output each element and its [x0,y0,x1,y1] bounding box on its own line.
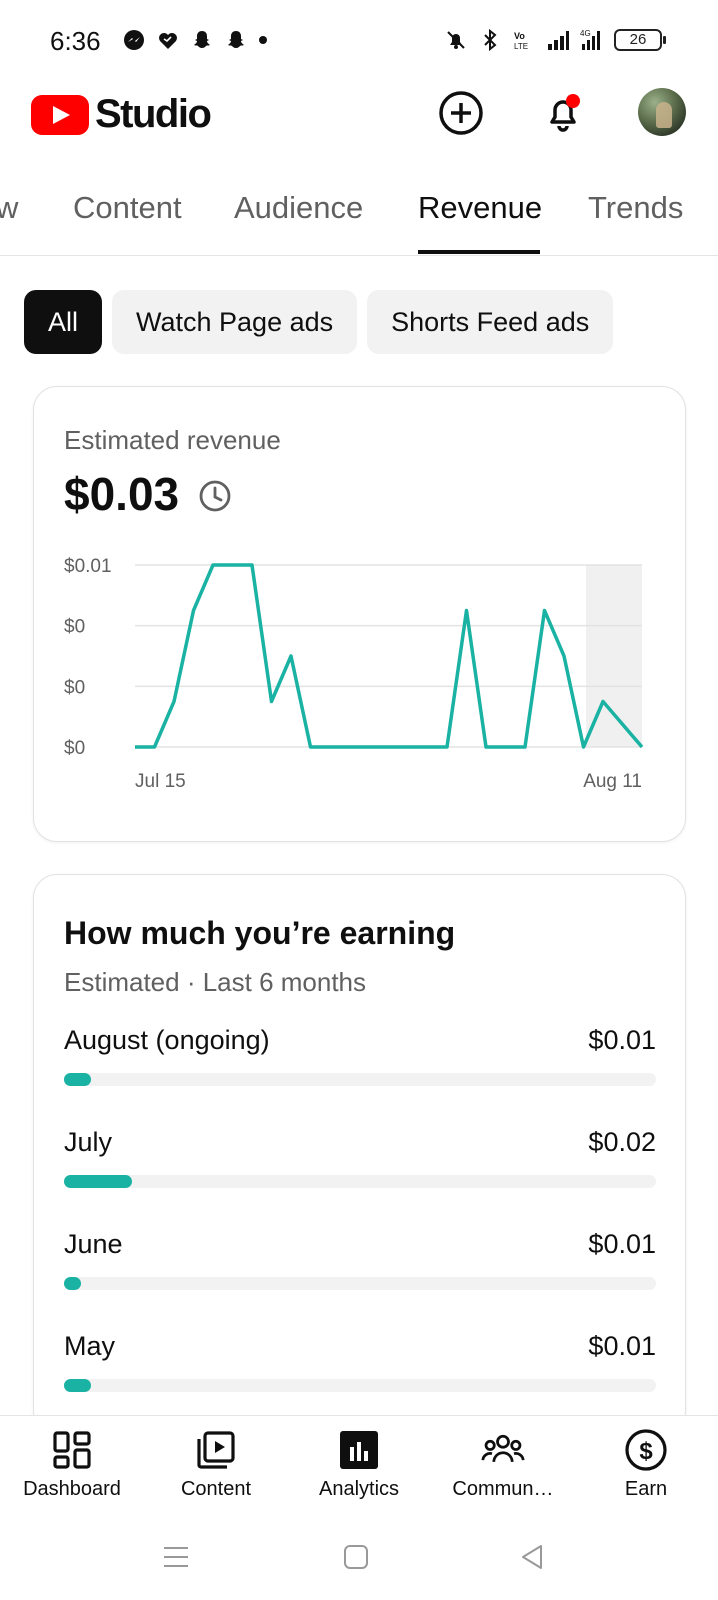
dot-icon [259,36,267,44]
add-circle-icon [439,91,483,135]
snapchat-icon [194,31,210,48]
notification-icons [122,28,268,52]
y-tick-label: $0 [64,677,85,698]
progress-track [64,1379,656,1392]
progress-fill [64,1175,133,1188]
back-icon[interactable] [518,1543,546,1571]
progress-fill [64,1277,81,1290]
bluetooth-icon [484,28,497,52]
menu-icon[interactable] [162,1543,190,1571]
month-name: May [64,1331,116,1361]
month-row: July $0.02 [64,1127,656,1207]
month-amount: $0.01 [588,1331,656,1361]
progress-track [64,1073,656,1086]
month-amount: $0.02 [588,1127,656,1157]
month-name: August (ongoing) [64,1025,270,1055]
month-amount: $0.01 [588,1229,656,1259]
chip-shorts-feed-ads[interactable]: Shorts Feed ads [367,290,614,354]
nav-earn[interactable]: $ Earn [574,1428,718,1501]
nav-label: Commun… [452,1478,554,1500]
chip-watch-page-ads[interactable]: Watch Page ads [112,290,358,354]
nav-label: Dashboard [23,1478,121,1500]
home-icon[interactable] [342,1543,370,1571]
analytics-icon [340,1431,378,1469]
earnings-subtitle: Estimated · Last 6 months [64,967,367,997]
month-row: August (ongoing) $0.01 [64,1025,656,1105]
month-name: June [64,1229,123,1259]
studio-logo[interactable]: Studio [31,92,212,137]
notifications-button[interactable] [538,88,588,138]
chip-all[interactable]: All [24,290,103,354]
active-tab-indicator [418,250,540,254]
system-status-icons: Vo LTE 4G 26 [444,28,666,52]
svg-text:Vo: Vo [514,31,525,41]
svg-text:LTE: LTE [514,42,528,51]
filter-chips: All Watch Page ads Shorts Feed ads [24,290,614,354]
month-name: July [64,1127,113,1157]
nav-label: Content [180,1478,252,1500]
system-navigation-bar [0,1525,718,1600]
month-row: June $0.01 [64,1229,656,1309]
month-amount: $0.01 [588,1025,656,1055]
notification-dot [566,94,580,108]
status-bar: 6:36 Vo LTE 4G 26 [0,0,718,82]
earnings-title: How much you’re earning [64,915,456,951]
revenue-line-chart: $0.01 $0 $0 $0 Jul 15 Aug 11 [64,556,644,792]
revenue-series-line [135,563,644,749]
y-tick-label: $0.01 [64,556,112,577]
brand-name: Studio [95,92,212,136]
dollar-icon: $ [625,1429,667,1471]
svg-text:$: $ [639,1438,653,1465]
x-tick-label: Aug 11 [583,771,642,792]
nav-label: Earn [624,1478,668,1500]
nav-community[interactable]: Commun… [431,1428,575,1501]
tab-revenue[interactable]: Revenue [418,190,542,226]
bell-icon [550,94,580,132]
nav-label: Analytics [318,1478,400,1500]
estimated-revenue-card[interactable]: Estimated revenue $0.03 $0.01 $0 $0 $0 Jul 1… [33,386,686,842]
progress-track [64,1175,656,1188]
progress-fill [64,1379,91,1392]
mute-icon [447,31,465,49]
y-tick-label: $0 [64,617,85,638]
snapchat-icon [228,31,244,48]
community-icon [481,1434,525,1463]
heart-chat-icon [159,33,177,49]
battery-indicator: 26 [614,29,666,51]
nav-content[interactable]: Content [144,1428,288,1501]
video-library-icon [197,1431,235,1469]
tab-overview[interactable]: w [0,190,18,226]
bottom-navigation: Dashboard Content Analytics Commun… $ Ea… [0,1415,718,1525]
status-time: 6:36 [50,26,101,56]
progress-fill [64,1073,91,1086]
tab-content[interactable]: Content [73,190,182,226]
y-tick-label: $0 [64,738,85,759]
youtube-play-icon [31,94,89,135]
create-button[interactable] [436,88,486,138]
signal-icon [548,31,569,50]
tab-audience[interactable]: Audience [234,190,363,226]
nav-dashboard[interactable]: Dashboard [0,1428,144,1501]
nav-analytics[interactable]: Analytics [287,1428,431,1501]
tab-trends[interactable]: Trends [588,190,683,226]
4g-signal-icon: 4G [580,29,600,50]
month-row: May $0.01 [64,1331,656,1411]
x-tick-label: Jul 15 [135,771,186,792]
app-header: Studio [0,82,718,146]
earnings-card[interactable]: How much you’re earning Estimated · Last… [33,874,686,1434]
dashboard-icon [53,1431,91,1469]
volte-icon: VoLTE [514,31,528,51]
svg-text:4G: 4G [580,29,591,38]
analytics-tabs: w Content Audience Revenue Trends [0,170,718,256]
progress-track [64,1277,656,1290]
avatar[interactable] [638,88,686,136]
messenger-icon [124,30,144,50]
